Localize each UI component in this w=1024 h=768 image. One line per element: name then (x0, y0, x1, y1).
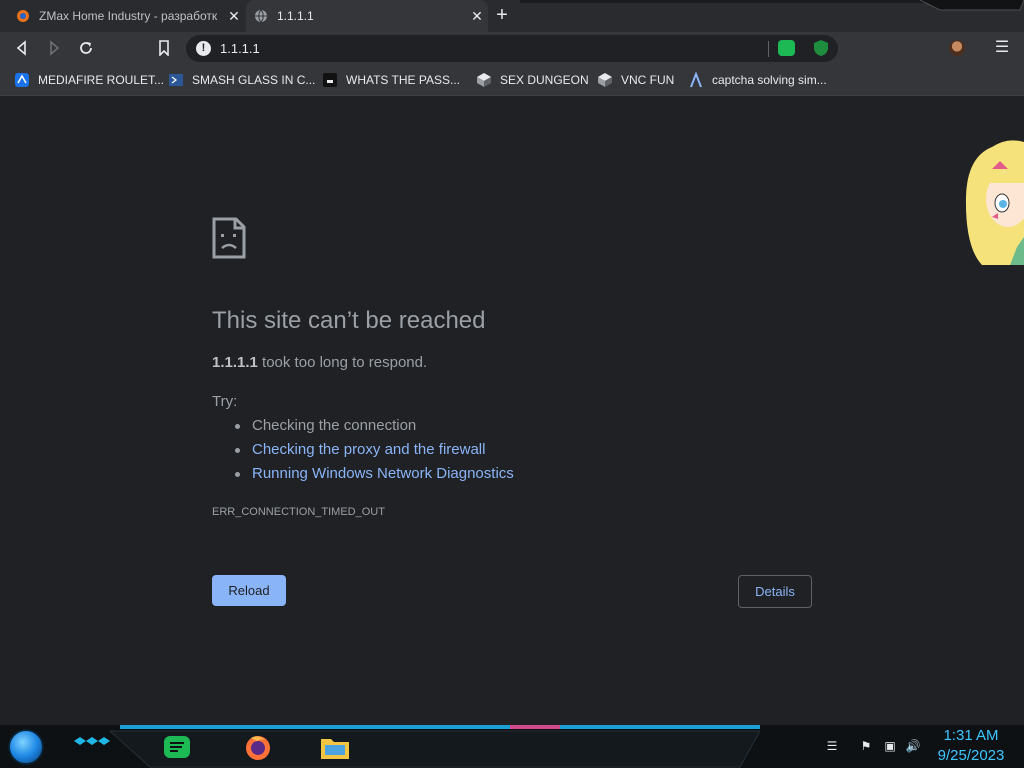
terminal-icon (322, 72, 338, 88)
reload-page-button[interactable]: Reload (212, 575, 286, 606)
reload-icon (80, 42, 92, 54)
back-arrow-icon (16, 40, 26, 56)
powershell-icon (168, 72, 184, 88)
cube-icon (597, 72, 613, 88)
error-message: 1.1.1.1 took too long to respond. (212, 354, 427, 371)
clock-date[interactable]: 9/25/2023 (930, 747, 1012, 764)
tab-strip: ZMax Home Industry - разработк ✕ 1.1.1.1… (0, 0, 1024, 32)
start-button[interactable] (8, 729, 44, 765)
toolbar: ! 1.1.1.1 ☰ (0, 32, 1024, 64)
cartoon-character-sticker (965, 140, 1024, 265)
reload-button[interactable] (74, 36, 98, 60)
sad-document-icon (212, 217, 246, 259)
bookmark-button[interactable] (152, 36, 176, 60)
folder-icon (321, 739, 349, 759)
volume-icon[interactable]: 🔊 (905, 739, 921, 755)
network-icon[interactable]: ▣ (882, 739, 898, 755)
close-icon[interactable]: ✕ (223, 8, 245, 25)
forward-button[interactable] (42, 36, 66, 60)
taskbar-app-file-explorer[interactable] (318, 730, 352, 764)
firefox-icon (246, 736, 270, 760)
show-desktop-icon[interactable]: ☰ (824, 739, 840, 755)
bookmark-icon (159, 40, 169, 56)
taskbar-app-firefox[interactable] (241, 730, 275, 764)
error-page: This site can’t be reached 1.1.1.1 took … (0, 97, 1024, 725)
theme-decoration (520, 0, 1024, 11)
back-button[interactable] (10, 36, 34, 60)
chat-extension-icon[interactable] (778, 40, 795, 56)
taskbar-app-chat[interactable] (160, 730, 194, 764)
error-host: 1.1.1.1 (212, 354, 258, 371)
suggestion-link[interactable]: Checking the proxy and the firewall (234, 441, 485, 458)
action-center-flag-icon[interactable]: ⚑ (858, 739, 874, 755)
error-message-text: took too long to respond. (257, 354, 428, 371)
zmax-favicon-icon (16, 9, 30, 23)
forward-arrow-icon (50, 40, 60, 56)
shield-extension-icon[interactable] (813, 39, 829, 57)
bookmark-label: captcha solving sim... (712, 73, 827, 87)
bookmark-item[interactable]: captcha solving sim... (688, 71, 827, 89)
new-tab-button[interactable]: + (490, 4, 514, 28)
error-title: This site can’t be reached (212, 307, 486, 334)
tab-title: 1.1.1.1 (277, 9, 314, 23)
bookmark-item[interactable]: SEX DUNGEON (476, 71, 589, 89)
tab-title: ZMax Home Industry - разработк (39, 9, 218, 23)
suggestion-link[interactable]: Running Windows Network Diagnostics (235, 465, 514, 482)
taskbar: ☰ ⚑ ▣ 🔊 1:31 AM 9/25/2023 (0, 725, 1024, 768)
suggestion-item: Checking the connection (234, 417, 417, 434)
address-bar[interactable]: ! 1.1.1.1 (186, 35, 838, 62)
close-icon[interactable]: ✕ (466, 8, 488, 25)
bookmark-label: VNC FUN (621, 73, 675, 87)
bookmark-label: SEX DUNGEON (500, 73, 589, 87)
cube-icon (476, 72, 492, 88)
profile-avatar[interactable] (949, 40, 965, 56)
clock-time[interactable]: 1:31 AM (930, 727, 1012, 744)
bookmarks-bar: MEDIAFIRE ROULET... SMASH GLASS IN C... … (0, 64, 1024, 96)
bookmark-item[interactable]: MEDIAFIRE ROULET... (14, 71, 164, 89)
bookmark-item[interactable]: SMASH GLASS IN C... (168, 71, 315, 89)
bookmark-label: WHATS THE PASS... (346, 73, 461, 87)
menu-icon[interactable]: ☰ (992, 38, 1012, 58)
lambda-icon (688, 72, 704, 88)
info-icon[interactable]: ! (196, 41, 211, 56)
details-button[interactable]: Details (738, 575, 812, 608)
bookmark-label: SMASH GLASS IN C... (192, 73, 316, 87)
globe-icon (254, 9, 268, 23)
bookmark-item[interactable]: VNC FUN (597, 71, 674, 89)
mediafire-icon (14, 72, 30, 88)
tab-zmax[interactable]: ZMax Home Industry - разработк ✕ (8, 0, 245, 32)
bookmark-item[interactable]: WHATS THE PASS... (322, 71, 460, 89)
divider (768, 41, 769, 57)
address-text: 1.1.1.1 (220, 41, 260, 56)
chat-app-icon (164, 736, 190, 758)
bookmark-label: MEDIAFIRE ROULET... (38, 73, 165, 87)
try-label: Try: (212, 393, 238, 410)
error-code: ERR_CONNECTION_TIMED_OUT (212, 506, 385, 518)
tab-1-1-1-1[interactable]: 1.1.1.1 ✕ (246, 0, 488, 32)
